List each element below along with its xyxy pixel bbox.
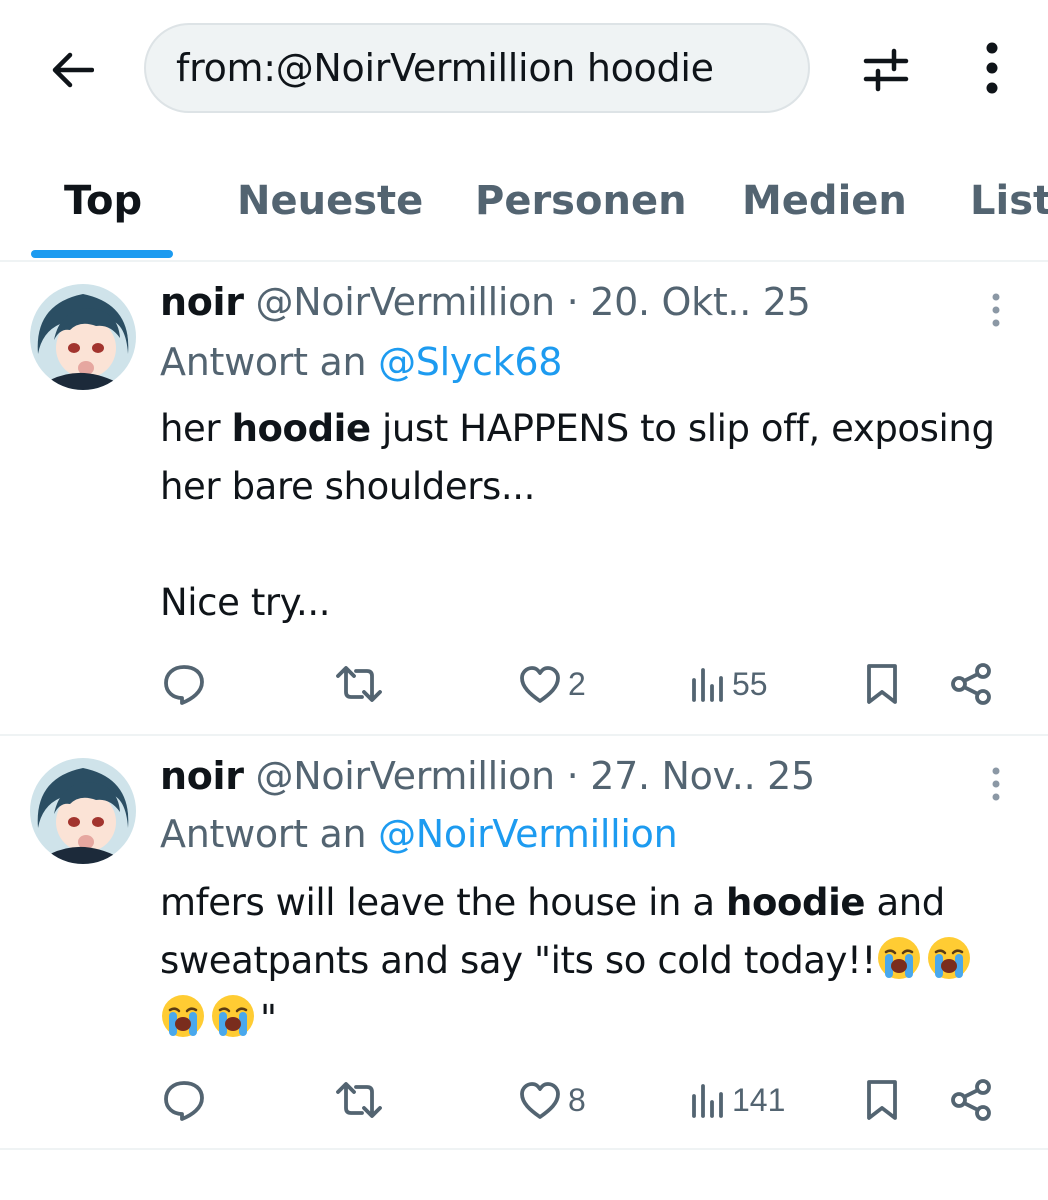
share-button[interactable]: [950, 654, 994, 714]
avatar[interactable]: [30, 284, 136, 390]
repost-icon: [336, 666, 382, 702]
bookmark-button[interactable]: [864, 654, 900, 714]
more-vertical-icon: [992, 767, 1000, 801]
tweet-paragraph: her hoodie just HAPPENS to slip off, exp…: [160, 400, 1030, 516]
like-button[interactable]: 8: [518, 1070, 586, 1130]
views-button[interactable]: 141: [690, 1070, 785, 1130]
tweet-actions: 2 55: [0, 654, 1048, 714]
views-button[interactable]: 55: [690, 654, 768, 714]
reply-icon: [164, 665, 204, 705]
reply-to-handle[interactable]: @NoirVermillion: [378, 812, 678, 856]
loudly-crying-face-icon: [162, 995, 204, 1037]
highlighted-term: hoodie: [231, 407, 371, 450]
like-button[interactable]: 2: [518, 654, 586, 714]
views-icon: [692, 1084, 723, 1118]
views-icon: [692, 668, 723, 702]
author-handle[interactable]: @NoirVermillion: [256, 754, 556, 798]
share-icon: [951, 663, 991, 705]
heart-icon: [520, 1082, 560, 1119]
reply-context: Antwort an @NoirVermillion: [160, 812, 678, 856]
repost-icon: [336, 1082, 382, 1118]
text-segment: ": [260, 997, 277, 1040]
heart-icon: [520, 666, 560, 703]
more-options-button[interactable]: [966, 38, 1018, 98]
view-count: 141: [732, 1081, 786, 1118]
back-button[interactable]: [42, 42, 102, 98]
tab-listen[interactable]: List: [970, 178, 1048, 224]
tab-personen[interactable]: Personen: [475, 178, 687, 224]
tab-top[interactable]: Top: [64, 178, 142, 224]
author-name[interactable]: noir: [160, 754, 244, 798]
tweet-header: noir @NoirVermillion · 27. Nov.. 25: [160, 754, 815, 798]
bookmark-icon: [867, 664, 897, 704]
loudly-crying-face-icon: [877, 937, 920, 979]
text-segment: mfers will leave the house in a: [160, 881, 727, 924]
filter-button[interactable]: [856, 42, 916, 98]
tweet-header: noir @NoirVermillion · 20. Okt.. 25: [160, 280, 811, 324]
search-results-page: Top Neueste Personen Medien List noir @N…: [0, 0, 1048, 1200]
tweet-actions: 8 141: [0, 1070, 1048, 1130]
active-tab-indicator: [31, 250, 173, 258]
reply-prefix: Antwort an: [160, 340, 367, 384]
arrow-left-icon: [52, 52, 94, 88]
view-count: 55: [732, 665, 768, 702]
avatar[interactable]: [30, 758, 136, 864]
tweet-date[interactable]: 20. Okt.. 25: [590, 280, 811, 324]
loudly-crying-face-icon: [927, 937, 970, 979]
tweet[interactable]: noir @NoirVermillion · 27. Nov.. 25 Antw…: [0, 736, 1048, 1148]
search-box[interactable]: [144, 23, 810, 113]
tweet-text: her hoodie just HAPPENS to slip off, exp…: [160, 400, 1030, 632]
more-vertical-icon: [986, 42, 998, 94]
repost-button[interactable]: [334, 654, 390, 714]
share-button[interactable]: [950, 1070, 994, 1130]
tab-neueste[interactable]: Neueste: [237, 178, 423, 224]
tweet-text: mfers will leave the house in a hoodie a…: [160, 874, 1020, 1048]
avatar-image: [30, 758, 136, 864]
repost-button[interactable]: [334, 1070, 390, 1130]
tweet[interactable]: noir @NoirVermillion · 20. Okt.. 25 Antw…: [0, 262, 1048, 734]
reply-to-handle[interactable]: @Slyck68: [378, 340, 562, 384]
like-count: 2: [568, 665, 586, 702]
bookmark-button[interactable]: [864, 1070, 900, 1130]
bookmark-icon: [867, 1080, 897, 1120]
author-handle[interactable]: @NoirVermillion: [256, 280, 556, 324]
search-tabs: Top Neueste Personen Medien List: [0, 150, 1048, 262]
reply-button[interactable]: [162, 654, 212, 714]
reply-context: Antwort an @Slyck68: [160, 340, 562, 384]
tweet-more-button[interactable]: [980, 288, 1012, 332]
reply-button[interactable]: [162, 1070, 212, 1130]
search-header: [0, 0, 1048, 140]
tweet-date[interactable]: 27. Nov.. 25: [590, 754, 815, 798]
tab-medien[interactable]: Medien: [742, 178, 907, 224]
loudly-crying-face-icon: [212, 995, 254, 1037]
text-segment: her: [160, 407, 232, 450]
separator-dot: ·: [566, 280, 579, 324]
search-input[interactable]: [176, 25, 776, 111]
tweet-more-button[interactable]: [980, 762, 1012, 806]
author-name[interactable]: noir: [160, 280, 244, 324]
share-icon: [951, 1079, 991, 1121]
separator-dot: ·: [566, 754, 579, 798]
highlighted-term: hoodie: [726, 881, 866, 924]
reply-prefix: Antwort an: [160, 812, 367, 856]
sliders-icon: [863, 48, 909, 92]
avatar-image: [30, 284, 136, 390]
more-vertical-icon: [992, 293, 1000, 327]
tweet-divider: [0, 1148, 1048, 1150]
tweet-paragraph: Nice try...: [160, 581, 331, 624]
like-count: 8: [568, 1081, 586, 1118]
reply-icon: [164, 1081, 204, 1121]
